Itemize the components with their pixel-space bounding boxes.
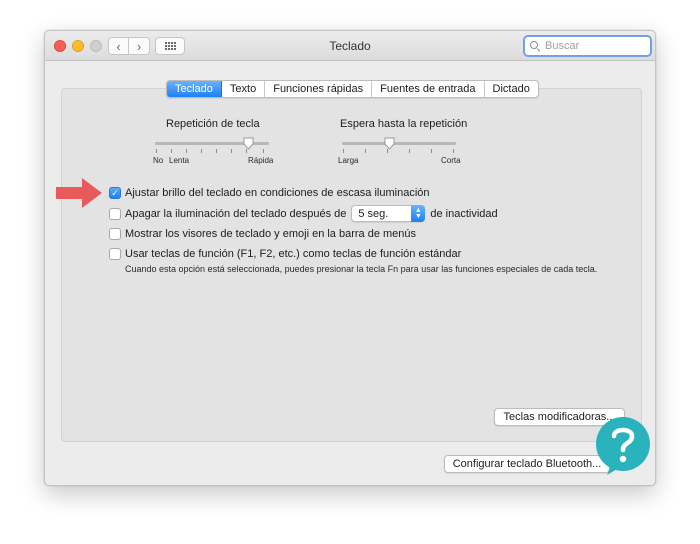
backlight-timeout-popup[interactable]: 5 seg. ▲ ▼ [351, 205, 426, 222]
tab-fuentes-de-entrada[interactable]: Fuentes de entrada [372, 81, 485, 97]
tick [156, 149, 157, 153]
delay-label-long: Larga [338, 156, 359, 165]
tick [171, 149, 172, 153]
backlight-off-suffix: de inactividad [430, 207, 498, 220]
backlight-timeout-value: 5 seg. [358, 207, 389, 220]
fn-keys-hint: Cuando esta opción está seleccionada, pu… [125, 264, 598, 274]
tick [431, 149, 432, 153]
tick [365, 149, 366, 153]
tick [453, 149, 454, 153]
watermark-logo-icon [593, 415, 653, 477]
adjust-brightness-label: Ajustar brillo del teclado en condicione… [125, 187, 430, 199]
key-repeat-thumb[interactable] [243, 137, 254, 150]
key-repeat-label-fast: Rápida [248, 156, 274, 165]
show-viewers-label: Mostrar los visores de teclado y emoji e… [125, 228, 417, 240]
key-repeat-label-slow: Lenta [169, 156, 190, 165]
chevron-updown-icon: ▲ ▼ [411, 205, 426, 222]
tab-bar: Teclado Texto Funciones rápidas Fuentes … [166, 80, 539, 98]
tab-texto[interactable]: Texto [222, 81, 266, 97]
fn-keys-label: Usar teclas de función (F1, F2, etc.) co… [125, 248, 462, 260]
key-repeat-title: Repetición de tecla [166, 118, 260, 130]
preferences-window: ‹ › Teclado Teclado Texto Funciones rápi… [44, 30, 656, 486]
search-field[interactable] [523, 35, 652, 57]
show-viewers-checkbox[interactable] [109, 228, 121, 240]
tick [231, 149, 232, 153]
option-fn-keys[interactable]: Usar teclas de función (F1, F2, etc.) co… [109, 248, 461, 260]
tick [201, 149, 202, 153]
delay-label-short: Corta [441, 156, 461, 165]
delay-title: Espera hasta la repetición [340, 118, 468, 130]
fn-keys-checkbox[interactable] [109, 248, 121, 260]
tick [263, 149, 264, 153]
arrow-icon [56, 178, 102, 208]
setup-bluetooth-keyboard-button[interactable]: Configurar teclado Bluetooth... [444, 455, 610, 473]
backlight-off-checkbox[interactable] [109, 207, 121, 220]
delay-thumb[interactable] [384, 137, 395, 150]
key-repeat-label-no: No [153, 156, 164, 165]
tick [186, 149, 187, 153]
tick [409, 149, 410, 153]
adjust-brightness-checkbox[interactable]: ✓ [109, 187, 121, 199]
search-icon [530, 41, 540, 51]
tab-teclado[interactable]: Teclado [167, 81, 222, 97]
checkmark-icon: ✓ [111, 187, 119, 198]
tick [216, 149, 217, 153]
option-backlight-off[interactable]: Apagar la iluminación del teclado despué… [109, 205, 498, 222]
tick [343, 149, 344, 153]
tab-dictado[interactable]: Dictado [485, 81, 538, 97]
option-show-viewers[interactable]: Mostrar los visores de teclado y emoji e… [109, 228, 416, 240]
delay-slider[interactable] [342, 142, 456, 145]
option-adjust-brightness[interactable]: ✓ Ajustar brillo del teclado en condicio… [109, 187, 430, 199]
search-input[interactable] [545, 40, 645, 52]
tab-funciones-rapidas[interactable]: Funciones rápidas [265, 81, 373, 97]
backlight-off-label: Apagar la iluminación del teclado despué… [125, 207, 347, 220]
titlebar: ‹ › Teclado [45, 31, 655, 61]
